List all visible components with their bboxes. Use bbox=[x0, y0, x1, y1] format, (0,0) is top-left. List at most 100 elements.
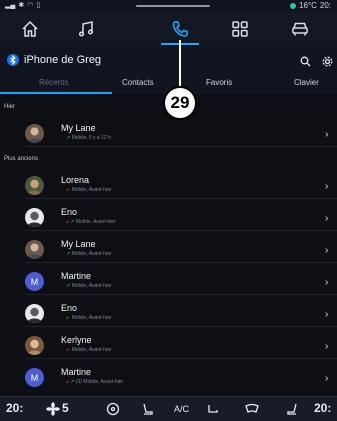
signal-icon: ▂▄ bbox=[5, 2, 16, 9]
apps-nav-icon[interactable] bbox=[220, 16, 260, 42]
outgoing-call-icon: ↗ bbox=[70, 379, 75, 385]
avatar: M bbox=[25, 272, 44, 291]
call-row[interactable]: M Martine ↙↗ (3) Mobile, Avant-hier › bbox=[0, 364, 337, 391]
call-row[interactable]: Eno ↙ Mobile, Avant-hier › bbox=[0, 300, 337, 327]
device-name: iPhone de Greg bbox=[24, 54, 102, 66]
wifi-icon: ◠ bbox=[27, 2, 34, 9]
clock: 20: bbox=[319, 1, 331, 10]
call-meta: ↗ Mobile, Il y a 12 h bbox=[66, 135, 111, 141]
incoming-call-icon: ↙ bbox=[66, 315, 71, 321]
passenger-temperature[interactable]: 20: bbox=[314, 401, 331, 415]
home-nav-icon[interactable] bbox=[10, 16, 50, 42]
contact-name: Lorena bbox=[61, 175, 90, 185]
defrost-icon[interactable] bbox=[206, 402, 220, 421]
missed-call-icon: ↙ bbox=[66, 187, 71, 193]
call-details: Mobile, Avant-hier bbox=[71, 315, 112, 321]
music-nav-icon[interactable] bbox=[66, 16, 106, 42]
call-row[interactable]: Lorena ↙ Mobile, Avant-hier › bbox=[0, 172, 337, 199]
chevron-right-icon[interactable]: › bbox=[325, 213, 328, 224]
call-row[interactable]: My Lane ↗ Mobile, Avant-hier › bbox=[0, 236, 337, 263]
call-details: Mobile, Avant-hier bbox=[71, 283, 112, 289]
status-bar: ▂▄ ✱ ◠ ▯ 16°C 20: bbox=[0, 0, 337, 12]
rear-defrost-icon[interactable] bbox=[244, 402, 260, 421]
call-row[interactable]: M Martine ↗ Mobile, Avant-hier › bbox=[0, 268, 337, 295]
avatar bbox=[25, 176, 44, 195]
section-label-older: Plus anciens bbox=[4, 156, 39, 162]
contact-name: Martine bbox=[61, 367, 92, 377]
chevron-right-icon[interactable]: › bbox=[325, 309, 328, 320]
status-right: 16°C 20: bbox=[290, 1, 331, 10]
search-icon[interactable] bbox=[300, 54, 311, 72]
call-details: Mobile, Il y a 12 h bbox=[71, 135, 111, 141]
chevron-right-icon[interactable]: › bbox=[325, 129, 328, 140]
phone-status-icon: ▯ bbox=[36, 2, 41, 9]
call-meta: ↗ Mobile, Avant-hier bbox=[66, 283, 112, 289]
section-label-yesterday: Hier bbox=[4, 104, 16, 110]
chevron-right-icon[interactable]: › bbox=[325, 277, 328, 288]
call-meta: ↙↗ (3) Mobile, Avant-hier bbox=[66, 379, 123, 385]
driver-temperature[interactable]: 20: bbox=[6, 401, 23, 415]
call-details: Mobile, Avant-hier bbox=[75, 219, 116, 225]
chevron-right-icon[interactable]: › bbox=[325, 373, 328, 384]
tab-underline bbox=[0, 92, 112, 94]
chevron-right-icon[interactable]: › bbox=[325, 181, 328, 192]
climate-bar: 20: 5 A/C 20: bbox=[0, 396, 337, 421]
phone-nav-icon[interactable] bbox=[160, 16, 200, 42]
contact-name: Martine bbox=[61, 271, 92, 281]
chevron-right-icon[interactable]: › bbox=[325, 341, 328, 352]
contact-name: My Lane bbox=[61, 123, 96, 133]
temperature-readout: 16°C bbox=[299, 1, 317, 10]
steering-heat-icon[interactable] bbox=[106, 402, 120, 421]
call-row[interactable]: Kerlyne ↙ Mobile, Avant-hier › bbox=[0, 332, 337, 359]
outgoing-call-icon: ↗ bbox=[66, 251, 71, 257]
avatar: M bbox=[25, 368, 44, 387]
outgoing-call-icon: ↗ bbox=[66, 135, 71, 141]
seat-heat-icon[interactable] bbox=[140, 402, 154, 421]
chevron-right-icon[interactable]: › bbox=[325, 245, 328, 256]
missed-call-icon: ↙ bbox=[66, 347, 71, 353]
divider bbox=[25, 358, 337, 359]
call-row[interactable]: My Lane ↗ Mobile, Il y a 12 h › bbox=[0, 120, 337, 147]
outgoing-call-icon: ↗ bbox=[66, 283, 71, 289]
car-nav-icon[interactable] bbox=[280, 16, 320, 42]
phone-header: iPhone de Greg bbox=[0, 46, 337, 74]
contact-name: Eno bbox=[61, 207, 78, 217]
avatar bbox=[25, 124, 44, 143]
divider bbox=[25, 230, 337, 231]
tab-favoris[interactable]: Favoris bbox=[206, 78, 232, 87]
contact-name: Kerlyne bbox=[61, 335, 92, 345]
call-details: (3) Mobile, Avant-hier bbox=[75, 379, 124, 385]
divider bbox=[25, 262, 337, 263]
call-meta: ↙ Mobile, Avant-hier bbox=[66, 315, 112, 321]
divider bbox=[25, 326, 337, 327]
call-meta: ↙↗ Mobile, Avant-hier bbox=[66, 219, 116, 225]
passenger-seat-heat-icon[interactable] bbox=[286, 402, 300, 421]
top-navigation bbox=[0, 12, 337, 46]
fan-level[interactable]: 5 bbox=[62, 401, 69, 415]
ac-button[interactable]: A/C bbox=[174, 404, 189, 414]
contact-name: My Lane bbox=[61, 239, 96, 249]
status-dot-icon bbox=[290, 2, 296, 9]
call-meta: ↙ Mobile, Avant-hier bbox=[66, 187, 112, 193]
call-row[interactable]: Eno ↙↗ Mobile, Avant-hier › bbox=[0, 204, 337, 231]
callout-leader-line bbox=[179, 40, 181, 88]
call-meta: ↙ Mobile, Avant-hier bbox=[66, 347, 112, 353]
fan-icon[interactable] bbox=[46, 402, 60, 421]
pull-down-handle[interactable] bbox=[136, 5, 210, 7]
outgoing-call-icon: ↗ bbox=[70, 219, 75, 225]
avatar bbox=[25, 336, 44, 355]
avatar bbox=[25, 240, 44, 259]
divider bbox=[25, 146, 337, 147]
call-meta: ↗ Mobile, Avant-hier bbox=[66, 251, 112, 257]
tab-clavier[interactable]: Clavier bbox=[294, 78, 319, 87]
tab-contacts[interactable]: Contacts bbox=[122, 78, 154, 87]
call-details: Mobile, Avant-hier bbox=[71, 187, 112, 193]
gear-icon[interactable] bbox=[322, 54, 333, 72]
call-details: Mobile, Avant-hier bbox=[71, 251, 112, 257]
tab-recents[interactable]: Récents bbox=[39, 78, 68, 87]
bluetooth-status-icon: ✱ bbox=[18, 2, 25, 9]
call-details: Mobile, Avant-hier bbox=[71, 347, 112, 353]
avatar bbox=[25, 208, 44, 227]
contact-name: Eno bbox=[61, 303, 78, 313]
callout-number: 29 bbox=[163, 86, 197, 120]
